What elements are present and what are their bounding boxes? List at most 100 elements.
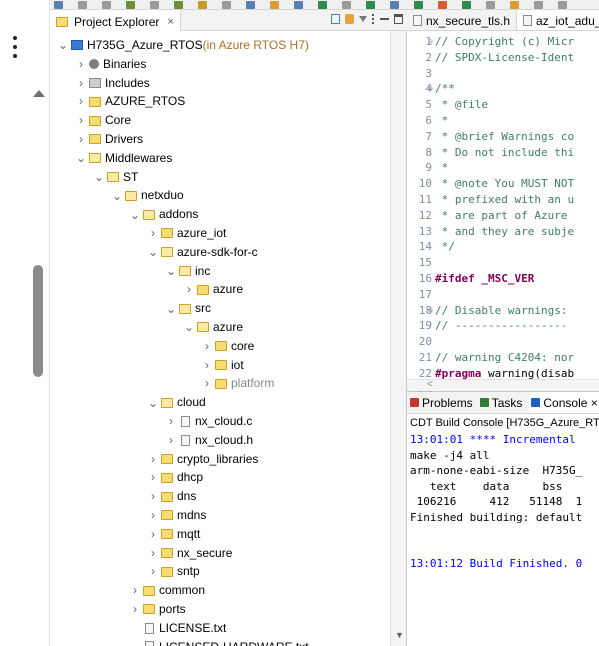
toolbar-button-icon[interactable] — [126, 1, 135, 9]
scroll-down-arrow-icon[interactable]: ▼ — [395, 630, 404, 640]
view-menu-icon[interactable] — [372, 14, 375, 24]
more-options-icon[interactable] — [12, 36, 18, 62]
tree-item[interactable]: › nx_secure — [50, 544, 390, 563]
toolbar-button-icon[interactable] — [54, 1, 63, 9]
code-line[interactable]: 5 * @file — [407, 97, 599, 113]
code-line[interactable]: 3 — [407, 66, 599, 82]
filter-icon[interactable] — [359, 16, 367, 22]
explorer-vertical-scrollbar[interactable]: ▼ — [390, 31, 406, 646]
bottom-tab[interactable]: Console × — [529, 392, 599, 413]
minimize-icon[interactable] — [380, 14, 389, 20]
code-line[interactable]: 19// ----------------- — [407, 318, 599, 334]
chevron-right-icon[interactable]: › — [148, 224, 158, 243]
chevron-right-icon[interactable]: › — [148, 506, 158, 525]
code-line[interactable]: 17 — [407, 287, 599, 303]
toolbar-button-icon[interactable] — [78, 1, 87, 9]
chevron-right-icon[interactable]: › — [76, 130, 86, 149]
chevron-right-icon[interactable]: › — [76, 74, 86, 93]
tree-item[interactable]: ⌄ netxduo — [50, 186, 390, 205]
tree-item[interactable]: › dns — [50, 487, 390, 506]
console-output[interactable]: 13:01:01 **** Incremental make -j4 all arm… — [410, 432, 582, 572]
code-line[interactable]: 4 ⊖/** — [407, 81, 599, 97]
chevron-right-icon[interactable]: › — [148, 487, 158, 506]
toolbar-button-icon[interactable] — [198, 1, 207, 9]
code-line[interactable]: 15 — [407, 255, 599, 271]
tree-item[interactable]: › sntp — [50, 562, 390, 581]
code-area[interactable]: 1 ⊖// Copyright (c) Micr 2// SPDX-License-… — [407, 34, 599, 397]
tree-item[interactable]: › azure_iot — [50, 224, 390, 243]
code-line[interactable]: 1 ⊖// Copyright (c) Micr — [407, 34, 599, 50]
scroll-left-arrow-icon[interactable]: < — [427, 379, 433, 390]
tree-item[interactable]: › mdns — [50, 506, 390, 525]
code-line[interactable]: 9 * — [407, 160, 599, 176]
tree-item[interactable]: › AZURE_RTOS — [50, 92, 390, 111]
chevron-down-icon[interactable]: ⌄ — [148, 397, 158, 409]
toolbar-button-icon[interactable] — [510, 1, 519, 9]
editor-horizontal-scrollbar[interactable]: < — [407, 379, 599, 391]
chevron-right-icon[interactable]: › — [76, 55, 86, 74]
toolbar-button-icon[interactable] — [486, 1, 495, 9]
chevron-right-icon[interactable]: › — [202, 374, 212, 393]
bottom-tab[interactable]: Problems — [410, 396, 473, 410]
toolbar-button-icon[interactable] — [414, 1, 423, 9]
strip-scrollbar-thumb[interactable] — [33, 265, 43, 377]
tree-item[interactable]: ⌄ azure — [50, 318, 390, 337]
toolbar-button-icon[interactable] — [150, 1, 159, 9]
chevron-right-icon[interactable]: › — [166, 431, 176, 450]
code-line[interactable]: 11 * prefixed with an u — [407, 192, 599, 208]
chevron-right-icon[interactable]: › — [166, 412, 176, 431]
toolbar-button-icon[interactable] — [318, 1, 327, 9]
toolbar-button-icon[interactable] — [462, 1, 471, 9]
chevron-right-icon[interactable]: › — [130, 600, 140, 619]
code-line[interactable]: 14 */ — [407, 239, 599, 255]
toolbar-button-icon[interactable] — [366, 1, 375, 9]
tree-item[interactable]: ⌄ cloud — [50, 393, 390, 412]
code-line[interactable]: 7 * @brief Warnings co — [407, 129, 599, 145]
project-explorer-tab[interactable]: Project Explorer × — [50, 10, 181, 31]
bottom-tab[interactable]: Tasks — [479, 396, 522, 410]
toolbar-button-icon[interactable] — [294, 1, 303, 9]
tree-item[interactable]: › Binaries — [50, 55, 390, 74]
chevron-down-icon[interactable]: ⌄ — [76, 152, 86, 164]
editor-tab[interactable]: az_iot_adu_ — [517, 10, 599, 30]
chevron-right-icon[interactable]: › — [202, 337, 212, 356]
toolbar-button-icon[interactable] — [390, 1, 399, 9]
tree-item[interactable]: › nx_cloud.c — [50, 412, 390, 431]
code-line[interactable]: 10 * @note You MUST NOT — [407, 176, 599, 192]
chevron-right-icon[interactable]: › — [184, 280, 194, 299]
tree-item[interactable]: › ports — [50, 600, 390, 619]
tree-item[interactable]: ⌄ Middlewares — [50, 149, 390, 168]
editor-tab[interactable]: nx_secure_tls.h — [407, 10, 518, 30]
tree-item[interactable]: ⌄ inc — [50, 262, 390, 281]
chevron-right-icon[interactable]: › — [148, 468, 158, 487]
toolbar-button-icon[interactable] — [342, 1, 351, 9]
code-line[interactable]: 20 — [407, 334, 599, 350]
chevron-right-icon[interactable]: › — [148, 450, 158, 469]
tree-item[interactable]: › iot — [50, 356, 390, 375]
toolbar-button-icon[interactable] — [246, 1, 255, 9]
toolbar-button-icon[interactable] — [102, 1, 111, 9]
chevron-down-icon[interactable]: ⌄ — [94, 171, 104, 183]
tree-item[interactable]: › nx_cloud.h — [50, 431, 390, 450]
chevron-right-icon[interactable]: › — [76, 111, 86, 130]
tree-item[interactable]: LICENSED-HARDWARE.txt — [50, 638, 390, 646]
tree-item[interactable]: › Drivers — [50, 130, 390, 149]
chevron-right-icon[interactable]: › — [148, 544, 158, 563]
tree-item[interactable]: ⌄ H735G_Azure_RTOS (in Azure RTOS H7) — [50, 36, 390, 55]
tree-item[interactable]: › platform — [50, 374, 390, 393]
chevron-right-icon[interactable]: › — [76, 92, 86, 111]
code-line[interactable]: 2// SPDX-License-Ident — [407, 50, 599, 66]
toolbar-button-icon[interactable] — [558, 1, 567, 9]
toolbar-button-icon[interactable] — [438, 1, 447, 9]
code-line[interactable]: 12 * are part of Azure — [407, 208, 599, 224]
code-line[interactable]: 6 * — [407, 113, 599, 129]
toolbar-button-icon[interactable] — [222, 1, 231, 9]
code-line[interactable]: 16 #ifdef _MSC_VER — [407, 271, 599, 287]
chevron-right-icon[interactable]: › — [202, 356, 212, 375]
chevron-down-icon[interactable]: ⌄ — [130, 209, 140, 221]
chevron-right-icon[interactable]: › — [148, 562, 158, 581]
toolbar-button-icon[interactable] — [174, 1, 183, 9]
code-line[interactable]: 18 ⊖// Disable warnings: — [407, 303, 599, 319]
close-tab-icon[interactable]: × — [167, 16, 173, 28]
chevron-right-icon[interactable]: › — [148, 525, 158, 544]
